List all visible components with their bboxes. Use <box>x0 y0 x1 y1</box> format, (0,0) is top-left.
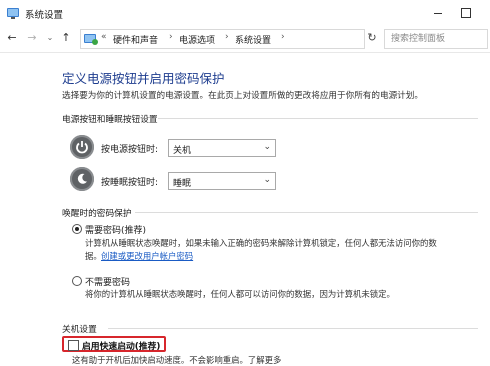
power-button-icon <box>70 135 94 159</box>
breadcrumb-overflow[interactable]: « <box>101 32 107 42</box>
require-password-description: 计算机从睡眠状态唤醒时，如果未输入正确的密码来解除计算机锁定，任何人都无法访问你… <box>85 238 437 248</box>
sleep-button-action-select[interactable]: 睡眠 ⌄ <box>168 172 276 190</box>
sleep-button-action-value: 睡眠 <box>173 179 192 189</box>
section-divider <box>135 212 478 213</box>
power-button-action-select[interactable]: 关机 ⌄ <box>168 139 276 157</box>
breadcrumb-item[interactable]: 系统设置 <box>235 33 271 46</box>
sleep-button-icon <box>70 167 94 191</box>
window-title: 系统设置 <box>25 10 64 21</box>
address-bar[interactable]: « 硬件和声音 › 电源选项 › 系统设置 › ⌄ <box>80 29 433 49</box>
breadcrumb-item[interactable]: 电源选项 <box>179 33 215 46</box>
back-button[interactable]: ← <box>4 26 20 50</box>
refresh-icon[interactable]: ↻ <box>365 29 379 47</box>
recent-locations-chevron-icon[interactable]: ⌄ <box>42 26 58 50</box>
sleep-button-label: 按睡眠按钮时: <box>101 178 159 188</box>
section-title-shutdown: 关机设置 <box>62 325 97 335</box>
page-description: 选择要为你的计算机设置的电源设置。在此页上对设置所做的更改将应用于你所有的电源计… <box>62 91 423 101</box>
change-password-link[interactable]: 创建或更改用户帐户密码 <box>101 250 193 262</box>
require-password-label[interactable]: 需要密码(推荐) <box>85 223 146 236</box>
fast-startup-highlight: 启用快速启动(推荐) <box>62 336 166 352</box>
minimize-button[interactable] <box>430 6 446 20</box>
no-password-label[interactable]: 不需要密码 <box>85 275 130 288</box>
search-box[interactable] <box>384 29 488 49</box>
chevron-down-icon: ⌄ <box>263 175 271 185</box>
require-password-description-end: 据。 <box>85 251 102 261</box>
section-divider <box>108 328 478 329</box>
up-button[interactable]: ↑ <box>58 26 74 50</box>
fast-startup-label[interactable]: 启用快速启动(推荐) <box>82 339 160 352</box>
fast-startup-description: 这有助于开机后加快启动速度。不会影响重启。了解更多 <box>72 355 282 365</box>
breadcrumb-separator-icon[interactable]: › <box>225 32 229 42</box>
control-panel-icon <box>6 6 20 20</box>
search-input[interactable] <box>385 30 481 48</box>
maximize-button[interactable] <box>458 6 474 20</box>
breadcrumb-separator-icon[interactable]: › <box>169 32 173 42</box>
navigation-bar: ← → ⌄ ↑ « 硬件和声音 › 电源选项 › 系统设置 › ⌄ ↻ <box>0 26 490 53</box>
page-title: 定义电源按钮并启用密码保护 <box>62 71 225 86</box>
section-title-power-buttons: 电源按钮和睡眠按钮设置 <box>62 115 158 125</box>
fast-startup-checkbox[interactable] <box>68 340 79 351</box>
breadcrumb-item[interactable]: 硬件和声音 <box>113 33 158 46</box>
power-button-action-value: 关机 <box>173 146 192 156</box>
control-panel-icon <box>83 32 99 46</box>
title-bar: 系统设置 <box>0 0 490 26</box>
forward-button[interactable]: → <box>24 26 40 50</box>
breadcrumb-separator-icon[interactable]: › <box>281 32 285 42</box>
no-password-description: 将你的计算机从睡眠状态唤醒时，任何人都可以访问你的数据，因为计算机未锁定。 <box>85 289 395 299</box>
section-divider <box>158 118 478 119</box>
section-title-wake-password: 唤醒时的密码保护 <box>62 209 132 219</box>
chevron-down-icon: ⌄ <box>263 142 271 152</box>
require-password-radio[interactable] <box>72 224 82 234</box>
no-password-radio[interactable] <box>72 276 82 286</box>
power-button-label: 按电源按钮时: <box>101 145 159 155</box>
